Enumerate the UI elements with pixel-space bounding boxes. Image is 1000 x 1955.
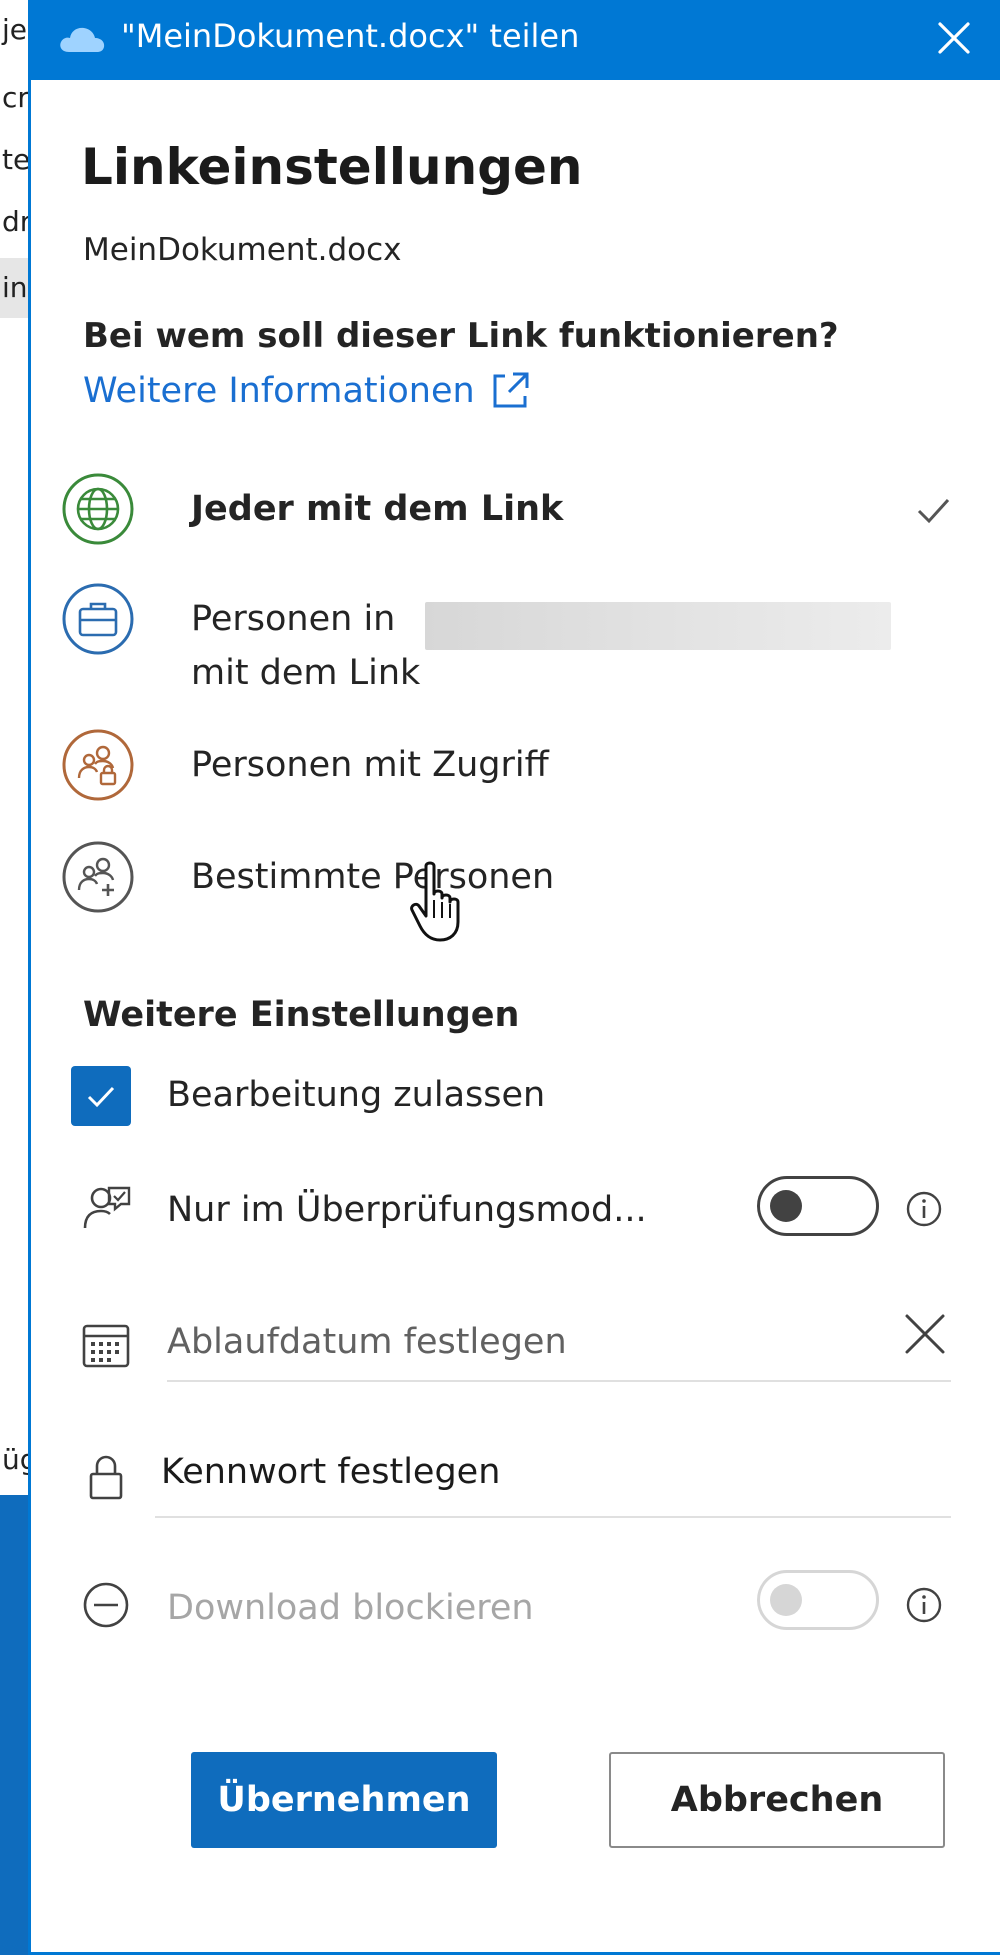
share-dialog: "MeinDokument.docx" teilen Linkeinstellu… (28, 0, 1000, 1955)
background-row-selected: in (0, 258, 30, 318)
option-label: Personen mit Zugriff (191, 745, 549, 785)
redacted-organization-name (425, 602, 891, 650)
review-mode-toggle[interactable] (757, 1176, 879, 1236)
close-icon (938, 22, 970, 54)
more-settings-title: Weitere Einstellungen (83, 995, 520, 1035)
option-label: Bestimmte Personen (191, 857, 555, 897)
option-label-line2: mit dem Link (191, 653, 421, 693)
info-icon[interactable] (905, 1586, 943, 1624)
background-taskbar (0, 1495, 30, 1955)
calendar-icon (82, 1324, 130, 1368)
lock-icon (89, 1455, 123, 1500)
onedrive-cloud-icon (60, 27, 105, 52)
allow-editing-label: Bearbeitung zulassen (167, 1075, 546, 1115)
checkmark-icon (917, 498, 950, 524)
block-download-label: Download blockieren (167, 1588, 534, 1628)
review-mode-label: Nur im Überprüfungsmod... (167, 1190, 647, 1230)
block-download-toggle[interactable] (757, 1570, 879, 1630)
background-row: je (2, 13, 28, 46)
person-review-icon (83, 1186, 131, 1229)
password-field-underline (155, 1516, 951, 1518)
people-lock-icon (62, 729, 134, 801)
page-title: Linkeinstellungen (81, 138, 583, 196)
briefcase-icon (62, 583, 134, 655)
option-specific-people[interactable]: Bestimmte Personen (61, 840, 1000, 916)
option-label-line1: Personen in (191, 599, 396, 639)
dialog-title: "MeinDokument.docx" teilen (121, 17, 580, 55)
option-people-with-access[interactable]: Personen mit Zugriff (61, 728, 1000, 804)
globe-icon (62, 473, 134, 545)
background-row: cro (2, 81, 30, 114)
people-add-icon (62, 841, 134, 913)
option-label: Jeder mit dem Link (191, 489, 564, 529)
allow-editing-checkbox[interactable] (71, 1066, 131, 1126)
toggle-knob (770, 1190, 802, 1222)
more-info-label: Weitere Informationen (83, 371, 475, 411)
audience-question: Bei wem soll dieser Link funktionieren? (83, 316, 839, 356)
close-button[interactable] (926, 10, 982, 66)
hand-cursor-icon (410, 861, 460, 942)
clear-date-icon[interactable] (899, 1308, 951, 1360)
title-bar: "MeinDokument.docx" teilen (31, 0, 1000, 80)
background-row: te (2, 143, 30, 176)
external-link-icon (493, 372, 529, 408)
background-row: dr (2, 205, 30, 238)
background-row: üg (2, 1443, 30, 1476)
background-app: je cro te dr in üg (0, 0, 30, 1955)
expiry-date-input[interactable] (167, 1312, 847, 1372)
expiry-field-underline (167, 1380, 951, 1382)
option-people-in-organization[interactable]: Personen in mit dem Link (61, 582, 1000, 702)
more-info-link[interactable]: Weitere Informationen (83, 370, 531, 412)
info-icon[interactable] (905, 1190, 943, 1228)
apply-button[interactable]: Übernehmen (191, 1752, 497, 1848)
checkbox-check-icon (87, 1086, 115, 1108)
option-anyone-with-link[interactable]: Jeder mit dem Link (61, 472, 1000, 548)
file-name: MeinDokument.docx (83, 232, 402, 268)
set-password-field[interactable]: Kennwort festlegen (161, 1452, 500, 1492)
cancel-button[interactable]: Abbrechen (609, 1752, 945, 1848)
block-icon (83, 1582, 129, 1628)
toggle-knob (770, 1584, 802, 1616)
